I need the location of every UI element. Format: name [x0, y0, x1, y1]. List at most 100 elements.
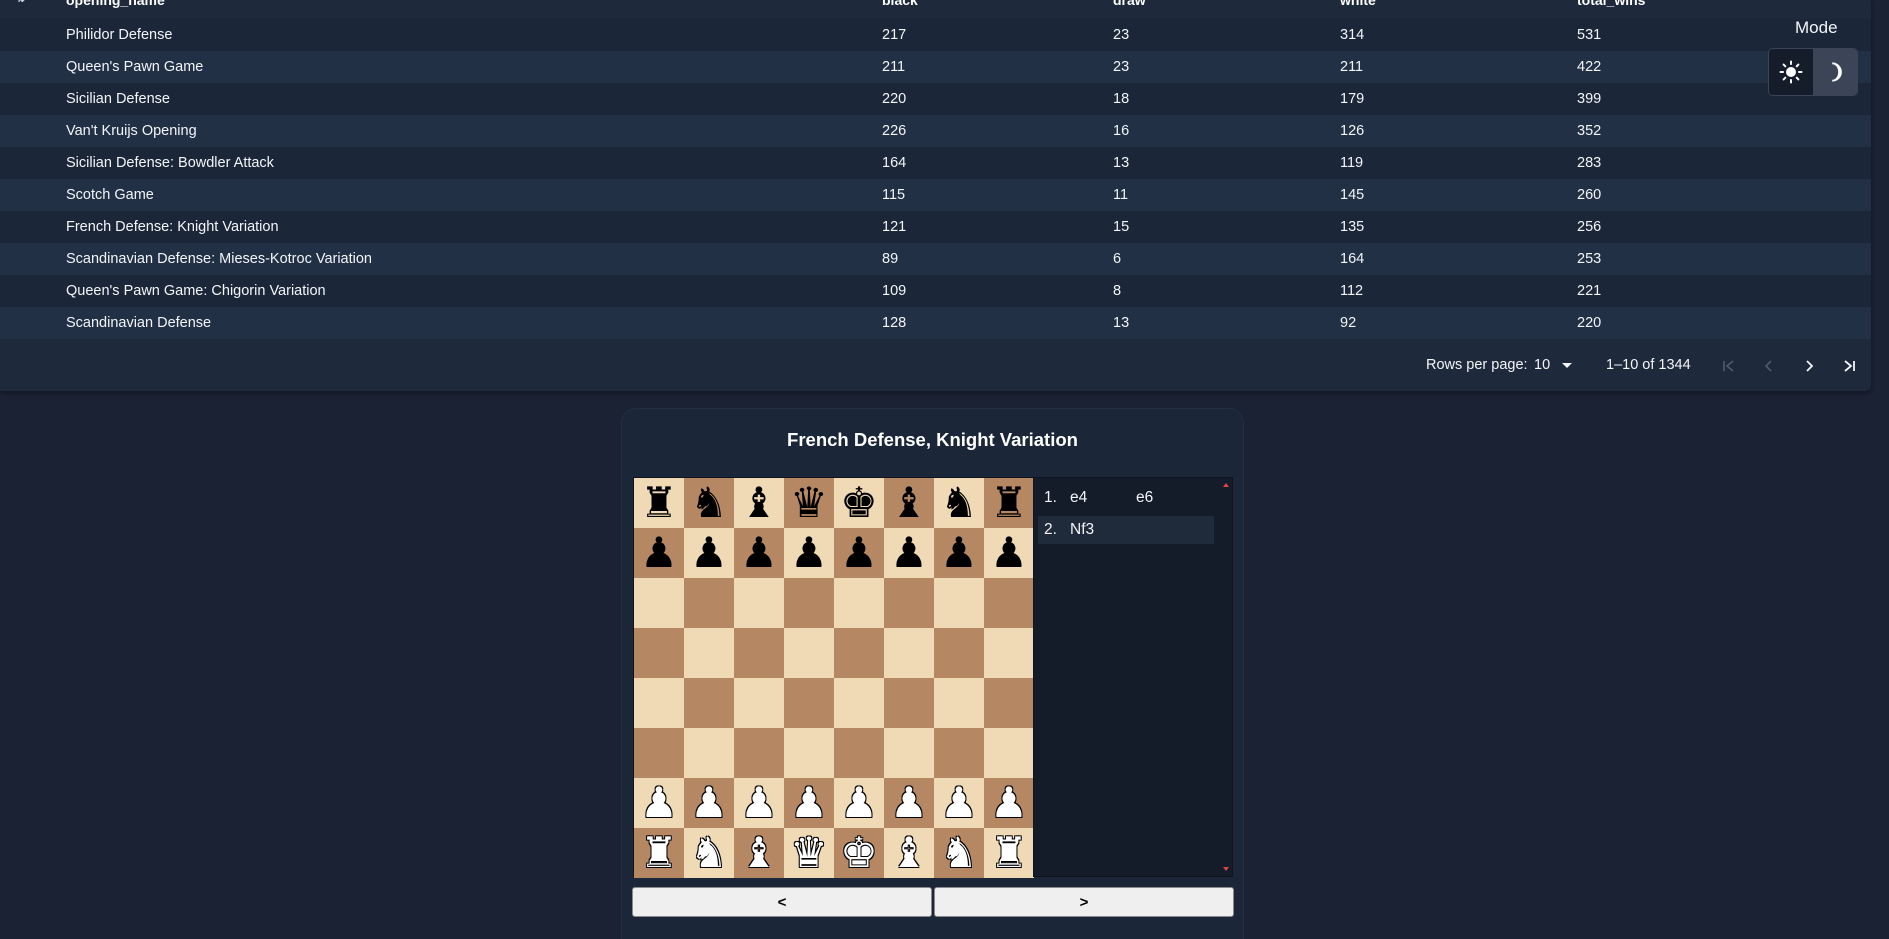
table-row[interactable]: Van't Kruijs Opening 226 16 126 352	[0, 115, 1871, 147]
square-b8[interactable]: ♞	[684, 478, 734, 528]
square-a6[interactable]	[634, 578, 684, 628]
white-pawn-icon[interactable]: ♟	[790, 778, 828, 828]
square-a4[interactable]	[634, 678, 684, 728]
black-queen-icon[interactable]: ♛	[790, 478, 828, 528]
white-move[interactable]: Nf3	[1064, 521, 1130, 539]
white-pawn-icon[interactable]: ♟	[940, 778, 978, 828]
square-c3[interactable]	[734, 728, 784, 778]
sort-icon[interactable]: ⇅	[16, 0, 25, 5]
next-page-button[interactable]	[1795, 352, 1823, 380]
table-row[interactable]: Queen's Pawn Game 211 23 211 422	[0, 51, 1871, 83]
white-pawn-icon[interactable]: ♟	[640, 778, 678, 828]
rows-per-page-select[interactable]: 10	[1534, 357, 1573, 373]
square-e4[interactable]	[834, 678, 884, 728]
white-move[interactable]: e4	[1064, 489, 1130, 507]
table-row[interactable]: Sicilian Defense: Bowdler Attack 164 13 …	[0, 147, 1871, 179]
black-pawn-icon[interactable]: ♟	[890, 528, 928, 578]
next-move-button[interactable]: >	[934, 887, 1234, 917]
column-header-white[interactable]: white	[1340, 0, 1376, 7]
square-g5[interactable]	[934, 628, 984, 678]
black-rook-icon[interactable]: ♜	[640, 478, 678, 528]
square-e5[interactable]	[834, 628, 884, 678]
square-d6[interactable]	[784, 578, 834, 628]
square-h6[interactable]	[984, 578, 1034, 628]
square-c5[interactable]	[734, 628, 784, 678]
table-row[interactable]: Sicilian Defense 220 18 179 399	[0, 83, 1871, 115]
square-a1[interactable]: ♜	[634, 828, 684, 878]
scroll-up-arrow-icon[interactable]	[1223, 483, 1229, 487]
table-row[interactable]: Scandinavian Defense 128 13 92 220	[0, 307, 1871, 339]
table-row[interactable]: Scandinavian Defense: Mieses-Kotroc Vari…	[0, 243, 1871, 275]
square-d5[interactable]	[784, 628, 834, 678]
square-e8[interactable]: ♚	[834, 478, 884, 528]
square-g1[interactable]: ♞	[934, 828, 984, 878]
black-pawn-icon[interactable]: ♟	[640, 528, 678, 578]
square-d2[interactable]: ♟	[784, 778, 834, 828]
first-page-button[interactable]	[1715, 352, 1743, 380]
column-header-black[interactable]: black	[882, 0, 918, 7]
black-bishop-icon[interactable]: ♝	[740, 478, 778, 528]
square-f5[interactable]	[884, 628, 934, 678]
square-e6[interactable]	[834, 578, 884, 628]
square-g7[interactable]: ♟	[934, 528, 984, 578]
square-f3[interactable]	[884, 728, 934, 778]
white-pawn-icon[interactable]: ♟	[890, 778, 928, 828]
square-b3[interactable]	[684, 728, 734, 778]
white-king-icon[interactable]: ♚	[840, 828, 878, 878]
previous-move-button[interactable]: <	[632, 887, 932, 917]
white-rook-icon[interactable]: ♜	[990, 828, 1028, 878]
square-d3[interactable]	[784, 728, 834, 778]
square-e3[interactable]	[834, 728, 884, 778]
square-h5[interactable]	[984, 628, 1034, 678]
black-pawn-icon[interactable]: ♟	[740, 528, 778, 578]
white-knight-icon[interactable]: ♞	[940, 828, 978, 878]
square-h2[interactable]: ♟	[984, 778, 1034, 828]
table-row[interactable]: Philidor Defense 217 23 314 531	[0, 19, 1871, 51]
column-header-total-wins[interactable]: total_wins	[1577, 0, 1645, 7]
black-pawn-icon[interactable]: ♟	[790, 528, 828, 578]
move-list[interactable]: 1. e4 e6 2. Nf3	[1033, 477, 1233, 877]
white-rook-icon[interactable]: ♜	[640, 828, 678, 878]
column-header-draw[interactable]: draw	[1113, 0, 1146, 7]
light-mode-button[interactable]	[1769, 49, 1813, 95]
white-pawn-icon[interactable]: ♟	[840, 778, 878, 828]
black-king-icon[interactable]: ♚	[840, 478, 878, 528]
table-row[interactable]: French Defense: Knight Variation 121 15 …	[0, 211, 1871, 243]
square-c2[interactable]: ♟	[734, 778, 784, 828]
square-b2[interactable]: ♟	[684, 778, 734, 828]
square-c6[interactable]	[734, 578, 784, 628]
square-g8[interactable]: ♞	[934, 478, 984, 528]
square-e7[interactable]: ♟	[834, 528, 884, 578]
last-page-button[interactable]	[1835, 352, 1863, 380]
black-pawn-icon[interactable]: ♟	[990, 528, 1028, 578]
square-a2[interactable]: ♟	[634, 778, 684, 828]
scroll-down-arrow-icon[interactable]	[1223, 867, 1229, 871]
white-pawn-icon[interactable]: ♟	[690, 778, 728, 828]
square-a5[interactable]	[634, 628, 684, 678]
square-d8[interactable]: ♛	[784, 478, 834, 528]
square-d4[interactable]	[784, 678, 834, 728]
square-e2[interactable]: ♟	[834, 778, 884, 828]
white-pawn-icon[interactable]: ♟	[740, 778, 778, 828]
square-g2[interactable]: ♟	[934, 778, 984, 828]
square-a3[interactable]	[634, 728, 684, 778]
white-bishop-icon[interactable]: ♝	[740, 828, 778, 878]
square-c7[interactable]: ♟	[734, 528, 784, 578]
square-g4[interactable]	[934, 678, 984, 728]
dark-mode-button[interactable]	[1813, 49, 1857, 95]
previous-page-button[interactable]	[1755, 352, 1783, 380]
square-h3[interactable]	[984, 728, 1034, 778]
column-header-opening-name[interactable]: opening_name	[66, 0, 165, 7]
square-e1[interactable]: ♚	[834, 828, 884, 878]
square-f2[interactable]: ♟	[884, 778, 934, 828]
square-b5[interactable]	[684, 628, 734, 678]
square-f8[interactable]: ♝	[884, 478, 934, 528]
black-pawn-icon[interactable]: ♟	[690, 528, 728, 578]
white-knight-icon[interactable]: ♞	[690, 828, 728, 878]
square-h4[interactable]	[984, 678, 1034, 728]
black-knight-icon[interactable]: ♞	[690, 478, 728, 528]
square-f1[interactable]: ♝	[884, 828, 934, 878]
black-rook-icon[interactable]: ♜	[990, 478, 1028, 528]
black-bishop-icon[interactable]: ♝	[890, 478, 928, 528]
square-h1[interactable]: ♜	[984, 828, 1034, 878]
